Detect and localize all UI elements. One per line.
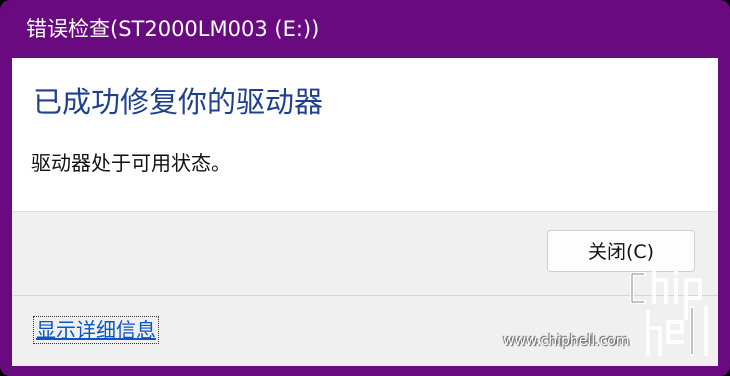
result-heading: 已成功修复你的驱动器: [33, 85, 324, 119]
watermark-url: www.chiphell.com: [503, 333, 630, 349]
title-bar[interactable]: 错误检查(ST2000LM003 (E:)): [0, 0, 730, 58]
status-message: 驱动器处于可用状态。: [31, 151, 231, 175]
footer-divider: [12, 295, 718, 296]
chiphell-logo-icon: [630, 262, 708, 356]
show-details-link[interactable]: 显示详细信息: [33, 316, 159, 344]
error-check-dialog: 错误检查(ST2000LM003 (E:)) 已成功修复你的驱动器 驱动器处于可…: [0, 0, 730, 376]
window-title: 错误检查(ST2000LM003 (E:)): [26, 17, 320, 41]
dialog-content: 已成功修复你的驱动器 驱动器处于可用状态。: [12, 58, 718, 211]
